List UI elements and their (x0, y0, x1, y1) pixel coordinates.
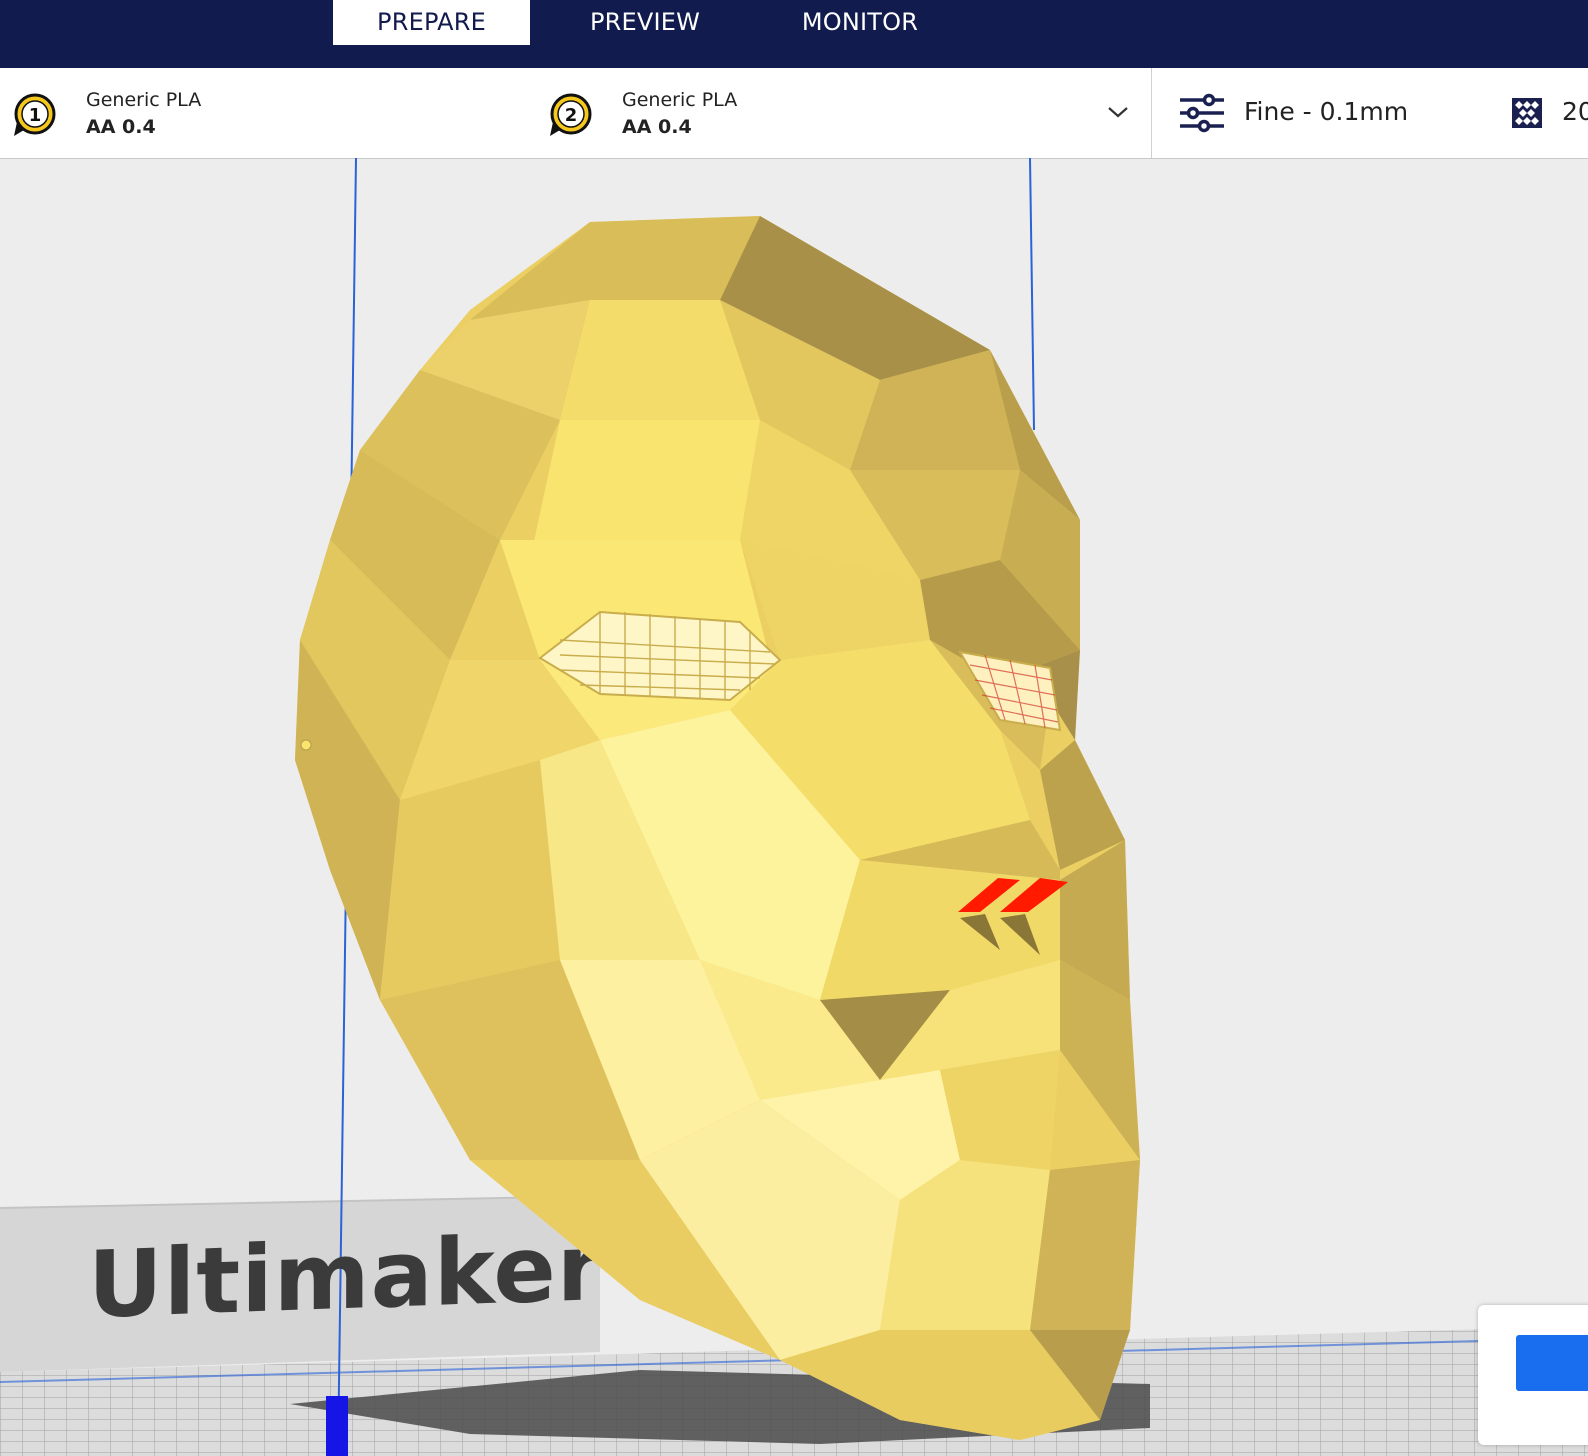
stage-menu-bar: PREPARE PREVIEW MONITOR (0, 0, 1588, 68)
slice-button[interactable] (1516, 1335, 1588, 1391)
model-face-mask[interactable] (0, 158, 1588, 1456)
print-setup-bar: 1 Generic PLA AA 0.4 2 Generic PLA AA 0.… (0, 68, 1588, 159)
3d-viewport[interactable]: Ultimaker (0, 158, 1588, 1456)
action-panel (1478, 1305, 1588, 1445)
extruder-1-nozzle: AA 0.4 (86, 116, 156, 138)
tab-prepare[interactable]: PREPARE (333, 0, 530, 45)
infill-label: 20 (1562, 97, 1588, 126)
extruder-2-icon: 2 (550, 93, 592, 136)
chevron-down-icon[interactable] (1106, 102, 1130, 122)
tab-monitor[interactable]: MONITOR (770, 0, 950, 45)
svg-text:1: 1 (29, 105, 42, 126)
extruder-1-material: Generic PLA (86, 89, 202, 111)
divider (1151, 68, 1152, 158)
svg-text:2: 2 (565, 105, 578, 126)
extruder-1-icon: 1 (14, 93, 56, 136)
sliders-icon (1180, 93, 1224, 133)
extruder-2-material: Generic PLA (622, 89, 738, 111)
infill-icon (1512, 98, 1542, 128)
tab-preview[interactable]: PREVIEW (560, 0, 730, 45)
extruder-2-nozzle: AA 0.4 (622, 116, 692, 138)
print-profile-label: Fine - 0.1mm (1244, 97, 1409, 126)
